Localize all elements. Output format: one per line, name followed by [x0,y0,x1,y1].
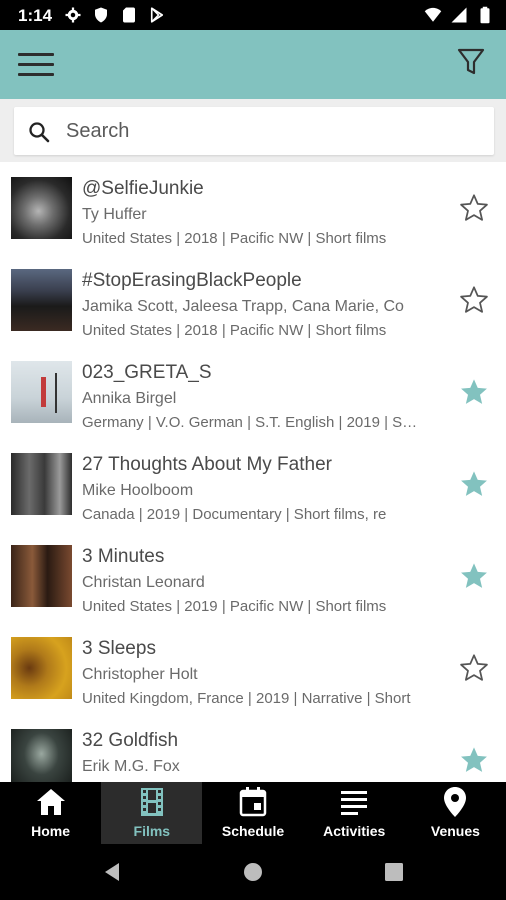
film-thumbnail [11,545,72,607]
film-meta: United States | 2018 | Pacific NW | Shor… [82,230,387,247]
battery-icon [480,6,490,24]
film-director: Christan Leonard [82,574,205,591]
film-meta: United Kingdom, France | 2019 | Narrativ… [82,690,411,707]
film-director: Erik M.G. Fox [82,758,180,775]
search-input[interactable] [66,117,476,145]
nav-home[interactable]: Home [0,782,101,844]
home-icon [36,789,65,815]
film-title: 3 Sleeps [82,638,156,659]
sd-card-icon [123,7,135,23]
film-meta: United States | 2019 | Pacific NW | Shor… [82,598,387,615]
search-icon [29,122,50,143]
star-outline-icon[interactable] [457,192,491,224]
film-row[interactable]: @SelfieJunkie Ty Huffer United States | … [0,162,506,254]
film-meta: Germany | V.O. German | S.T. English | 2… [82,414,422,431]
film-thumbnail [11,729,72,782]
film-meta: Canada | 2019 | Documentary | Short film… [82,506,387,523]
film-row[interactable]: 27 Thoughts About My Father Mike Hoolboo… [0,438,506,530]
film-thumbnail [11,637,72,699]
star-filled-icon[interactable] [457,560,491,592]
system-nav-bar [0,844,506,900]
film-director: Jamika Scott, Jaleesa Trapp, Cana Marie,… [82,298,404,315]
film-title: 023_GRETA_S [82,362,212,383]
film-icon [140,788,163,816]
film-title: @SelfieJunkie [82,178,204,199]
location-pin-icon [444,787,467,817]
star-outline-icon[interactable] [457,284,491,316]
star-filled-icon[interactable] [457,468,491,500]
film-director: Christopher Holt [82,666,198,683]
film-title: 3 Minutes [82,546,165,567]
film-row[interactable]: 32 Goldfish Erik M.G. Fox [0,714,506,782]
home-circle-icon[interactable] [241,860,265,884]
film-director: Mike Hoolboom [82,482,194,499]
settings-icon [65,7,81,23]
film-thumbnail [11,361,72,423]
film-meta: United States | 2018 | Pacific NW | Shor… [82,322,387,339]
shield-icon [95,7,107,23]
nav-label: Venues [430,823,480,839]
status-time: 1:14 [18,6,53,25]
film-thumbnail [11,269,72,331]
nav-label: Schedule [221,823,285,839]
nav-label: Home [31,823,71,839]
nav-venues[interactable]: Venues [405,782,506,844]
film-thumbnail [11,453,72,515]
film-row[interactable]: 3 Minutes Christan Leonard United States… [0,530,506,622]
nav-label: Films [133,823,171,839]
nav-activities[interactable]: Activities [304,782,405,844]
nav-label: Activities [323,823,386,839]
film-row[interactable]: 3 Sleeps Christopher Holt United Kingdom… [0,622,506,714]
nav-films[interactable]: Films [101,782,203,844]
list-icon [341,791,368,815]
film-title: #StopErasingBlackPeople [82,270,302,291]
nav-schedule[interactable]: Schedule [202,782,303,844]
film-director: Ty Huffer [82,206,147,223]
wifi-icon [424,7,442,22]
menu-button[interactable] [18,50,56,80]
back-icon[interactable] [100,860,124,884]
star-filled-icon[interactable] [457,744,491,776]
play-store-icon [150,7,164,23]
film-list[interactable]: @SelfieJunkie Ty Huffer United States | … [0,162,506,782]
signal-icon [451,7,467,23]
film-row[interactable]: #StopErasingBlackPeople Jamika Scott, Ja… [0,254,506,346]
app-bar [0,30,506,99]
star-outline-icon[interactable] [457,652,491,684]
filter-icon[interactable] [456,46,486,78]
film-thumbnail [11,177,72,239]
film-row[interactable]: 023_GRETA_S Annika Birgel Germany | V.O.… [0,346,506,438]
calendar-icon [239,787,267,817]
film-title: 27 Thoughts About My Father [82,454,332,475]
recents-icon[interactable] [382,860,406,884]
search-box[interactable] [14,107,494,155]
search-area [0,99,506,162]
film-director: Annika Birgel [82,390,177,407]
film-title: 32 Goldfish [82,730,179,751]
status-bar: 1:14 [0,0,506,30]
star-filled-icon[interactable] [457,376,491,408]
bottom-nav: Home Films Schedule Activities Venues [0,782,506,844]
